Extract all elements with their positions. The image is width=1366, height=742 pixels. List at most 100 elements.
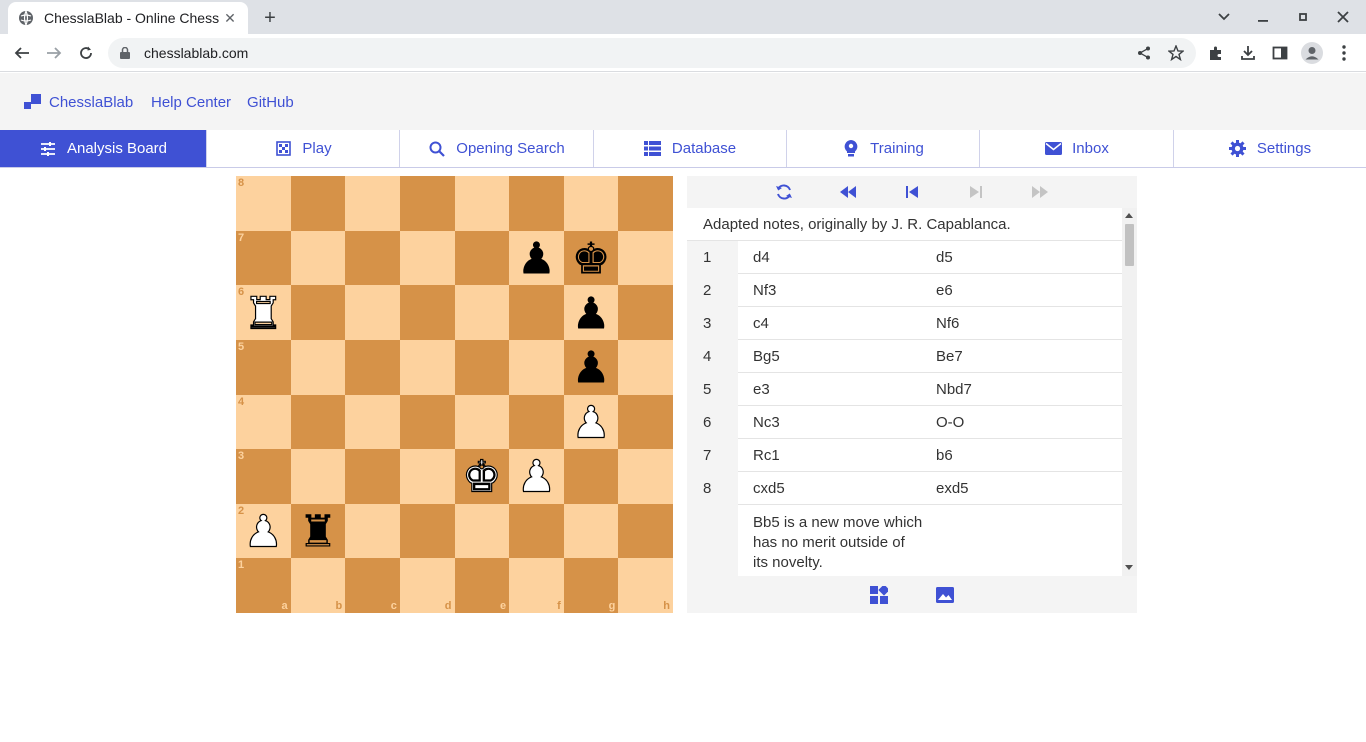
scroll-down-arrow[interactable]	[1125, 565, 1133, 570]
new-tab-icon[interactable]: +	[258, 6, 282, 30]
previous-move-button[interactable]	[900, 180, 924, 204]
square-h8[interactable]	[618, 176, 673, 231]
close-window-icon[interactable]	[1331, 5, 1355, 29]
square-f3[interactable]: ♟	[509, 449, 564, 504]
square-b8[interactable]	[290, 176, 346, 231]
extensions-icon[interactable]	[1204, 41, 1228, 65]
square-b2[interactable]: ♜	[290, 503, 346, 559]
square-h7[interactable]	[618, 230, 673, 286]
back-icon[interactable]	[10, 41, 34, 65]
nav-analysis-board[interactable]: Analysis Board	[0, 130, 207, 167]
square-e7[interactable]	[454, 230, 510, 286]
square-e8[interactable]	[454, 176, 510, 231]
share-icon[interactable]	[1132, 41, 1156, 65]
white-move[interactable]: cxd5	[738, 480, 921, 497]
square-f2[interactable]	[509, 503, 564, 559]
help-center-link[interactable]: Help Center	[151, 94, 231, 111]
square-f6[interactable]	[509, 285, 564, 340]
flip-board-button[interactable]	[772, 180, 796, 204]
square-e3[interactable]: ♚	[454, 449, 510, 504]
square-h1[interactable]: h	[618, 558, 673, 613]
square-c2[interactable]	[345, 503, 400, 559]
black-move[interactable]: d5	[921, 249, 1104, 266]
white-piece-a2[interactable]: ♟	[243, 509, 284, 554]
white-move[interactable]: e3	[738, 381, 921, 398]
square-e2[interactable]	[454, 503, 510, 559]
github-link[interactable]: GitHub	[247, 94, 294, 111]
square-d4[interactable]	[399, 394, 455, 450]
browser-menu-icon[interactable]	[1332, 41, 1356, 65]
scroll-up-arrow[interactable]	[1125, 213, 1133, 218]
next-move-button[interactable]	[964, 180, 988, 204]
white-move[interactable]: d4	[738, 249, 921, 266]
go-to-end-button[interactable]	[1028, 180, 1052, 204]
chess-board[interactable]: 8 7 ♟ ♚ 6 ♜ ♟ 5 ♟ 4 ♟ 3 ♚ ♟ 2 ♟ ♜ 1 a b c d e f g h	[236, 176, 673, 613]
nav-training[interactable]: Training	[787, 130, 980, 167]
close-tab-icon[interactable]: ✕	[222, 10, 238, 26]
square-d5[interactable]	[399, 339, 455, 395]
square-b3[interactable]	[290, 449, 346, 504]
square-b4[interactable]	[290, 394, 346, 450]
square-a2[interactable]: 2 ♟	[236, 503, 291, 559]
square-b5[interactable]	[290, 339, 346, 395]
go-to-start-button[interactable]	[836, 180, 860, 204]
square-h6[interactable]	[618, 285, 673, 340]
tab-search-icon[interactable]	[1212, 5, 1236, 29]
square-d6[interactable]	[399, 285, 455, 340]
forward-icon[interactable]	[42, 41, 66, 65]
square-b7[interactable]	[290, 230, 346, 286]
white-move[interactable]: Nc3	[738, 414, 921, 431]
reload-icon[interactable]	[74, 41, 98, 65]
square-a1[interactable]: 1a	[236, 558, 291, 613]
profile-avatar-icon[interactable]	[1300, 41, 1324, 65]
white-move[interactable]: Rc1	[738, 447, 921, 464]
square-h5[interactable]	[618, 339, 673, 395]
square-c6[interactable]	[345, 285, 400, 340]
square-c5[interactable]	[345, 339, 400, 395]
square-e4[interactable]	[454, 394, 510, 450]
square-a3[interactable]: 3	[236, 449, 291, 504]
black-piece-f7[interactable]: ♟	[517, 237, 556, 281]
white-piece-g4[interactable]: ♟	[571, 400, 612, 445]
black-piece-b2[interactable]: ♜	[298, 510, 337, 554]
black-move[interactable]: b6	[921, 447, 1104, 464]
square-g5[interactable]: ♟	[563, 339, 619, 395]
black-move[interactable]: Nf6	[921, 315, 1104, 332]
square-g3[interactable]	[563, 449, 619, 504]
nav-inbox[interactable]: Inbox	[980, 130, 1174, 167]
square-c8[interactable]	[345, 176, 400, 231]
square-g6[interactable]: ♟	[563, 285, 619, 340]
square-d1[interactable]: d	[399, 558, 455, 613]
square-g4[interactable]: ♟	[563, 394, 619, 450]
square-e6[interactable]	[454, 285, 510, 340]
black-move[interactable]: Nbd7	[921, 381, 1104, 398]
square-a4[interactable]: 4	[236, 394, 291, 450]
square-h4[interactable]	[618, 394, 673, 450]
white-piece-a6[interactable]: ♜	[243, 291, 284, 336]
black-move[interactable]: O-O	[921, 414, 1104, 431]
minimize-icon[interactable]	[1251, 5, 1275, 29]
square-a7[interactable]: 7	[236, 230, 291, 286]
square-b6[interactable]	[290, 285, 346, 340]
square-f1[interactable]: f	[509, 558, 564, 613]
white-move[interactable]: Bg5	[738, 348, 921, 365]
black-move[interactable]: e6	[921, 282, 1104, 299]
black-piece-g7[interactable]: ♚	[571, 237, 610, 281]
download-icon[interactable]	[1236, 41, 1260, 65]
browser-tab[interactable]: ChesslaBlab - Online Chess ✕	[8, 2, 248, 34]
square-f8[interactable]	[509, 176, 564, 231]
scroll-thumb[interactable]	[1125, 224, 1134, 266]
square-g1[interactable]: g	[563, 558, 619, 613]
black-piece-g5[interactable]: ♟	[571, 346, 610, 391]
black-move[interactable]: exd5	[921, 480, 1104, 497]
square-d7[interactable]	[399, 230, 455, 286]
square-b1[interactable]: b	[290, 558, 346, 613]
square-f4[interactable]	[509, 394, 564, 450]
square-g2[interactable]	[563, 503, 619, 559]
square-d3[interactable]	[399, 449, 455, 504]
square-a5[interactable]: 5	[236, 339, 291, 395]
square-a6[interactable]: 6 ♜	[236, 285, 291, 340]
square-a8[interactable]: 8	[236, 176, 291, 231]
square-e1[interactable]: e	[454, 558, 510, 613]
white-piece-f3[interactable]: ♟	[516, 455, 557, 500]
